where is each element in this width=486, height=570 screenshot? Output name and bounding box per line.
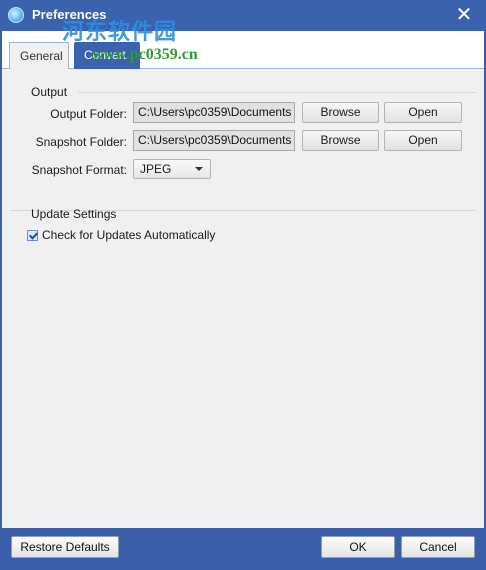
snapshot-format-label: Snapshot Format:	[31, 163, 127, 177]
output-divider	[78, 92, 476, 93]
snapshot-format-select[interactable]: JPEG	[133, 159, 211, 179]
auto-update-label[interactable]: Check for Updates Automatically	[42, 228, 215, 242]
update-section-label: Update Settings	[31, 207, 117, 221]
tab-strip: General Convert	[2, 31, 484, 69]
output-folder-label: Output Folder:	[50, 107, 127, 121]
auto-update-checkbox[interactable]	[27, 230, 38, 241]
snapshot-folder-field[interactable]: C:\Users\pc0359\Documents	[133, 130, 295, 151]
output-browse-button[interactable]: Browse	[302, 102, 379, 123]
ok-button[interactable]: OK	[321, 536, 395, 558]
snapshot-folder-label: Snapshot Folder:	[35, 135, 127, 149]
snapshot-format-value: JPEG	[140, 162, 172, 176]
restore-defaults-button[interactable]: Restore Defaults	[11, 536, 119, 558]
output-folder-field[interactable]: C:\Users\pc0359\Documents	[133, 102, 295, 123]
snapshot-browse-button[interactable]: Browse	[302, 130, 379, 151]
general-panel: Output Output Folder: C:\Users\pc0359\Do…	[2, 69, 484, 528]
tab-general[interactable]: General	[9, 42, 69, 69]
close-button[interactable]: ✕	[454, 5, 474, 25]
tab-convert[interactable]: Convert	[74, 42, 140, 69]
chevron-down-icon	[195, 167, 203, 171]
output-section-label: Output	[31, 85, 68, 99]
app-logo-icon	[8, 7, 24, 23]
snapshot-open-button[interactable]: Open	[384, 130, 462, 151]
cancel-button[interactable]: Cancel	[401, 536, 475, 558]
dialog-footer: Restore Defaults OK Cancel	[0, 528, 486, 570]
output-open-button[interactable]: Open	[384, 102, 462, 123]
window-title: Preferences	[32, 7, 107, 22]
title-bar: Preferences ✕	[0, 0, 486, 31]
